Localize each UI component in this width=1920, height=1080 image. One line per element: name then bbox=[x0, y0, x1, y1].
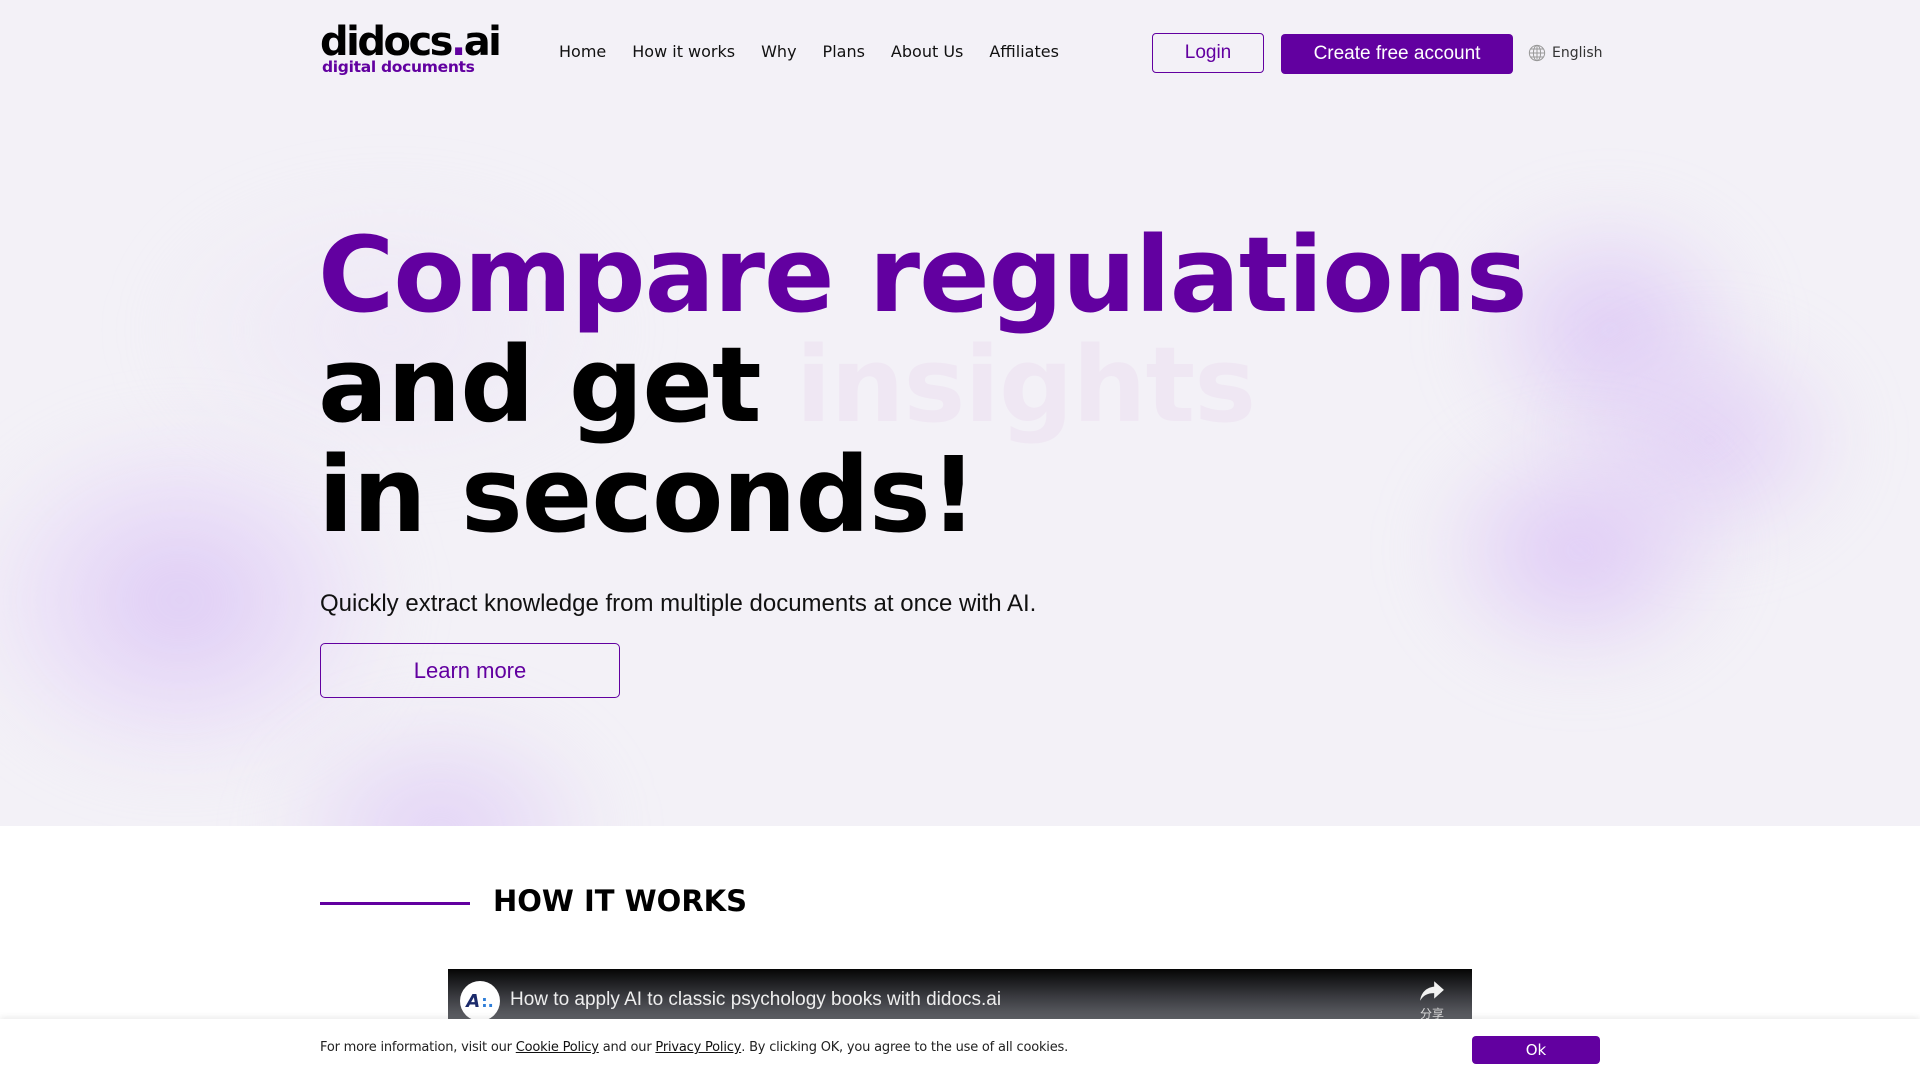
hero-title-line-2: and get insights bbox=[318, 330, 1527, 440]
globe-icon bbox=[1528, 44, 1546, 62]
cookie-policy-link[interactable]: Cookie Policy bbox=[516, 1040, 599, 1055]
cookie-text-part: . By clicking OK, you agree to the use o… bbox=[741, 1040, 1069, 1055]
cookie-banner: For more information, visit our Cookie P… bbox=[0, 1019, 1920, 1080]
cookie-text-part: For more information, visit our bbox=[320, 1040, 516, 1055]
section-divider-line bbox=[320, 902, 470, 905]
nav-about-us[interactable]: About Us bbox=[891, 42, 963, 61]
language-selector[interactable]: English bbox=[1528, 44, 1603, 62]
channel-avatar[interactable]: A:. bbox=[460, 981, 500, 1021]
site-logo[interactable]: didocs.ai digital documents bbox=[320, 20, 502, 80]
nav-how-it-works[interactable]: How it works bbox=[632, 42, 735, 61]
hero-title-line-2-text: and get bbox=[318, 324, 762, 446]
cookie-text-part: and our bbox=[598, 1040, 656, 1055]
cookie-message: For more information, visit our Cookie P… bbox=[320, 1040, 1068, 1055]
hero-subtitle: Quickly extract knowledge from multiple … bbox=[320, 590, 1037, 617]
nav-why[interactable]: Why bbox=[761, 42, 796, 61]
section-title: HOW IT WORKS bbox=[493, 884, 748, 918]
hero-title-line-3: in seconds! bbox=[318, 434, 977, 556]
login-button[interactable]: Login bbox=[1152, 33, 1264, 73]
share-icon bbox=[1420, 981, 1444, 1001]
language-label: English bbox=[1552, 45, 1603, 61]
nav-home[interactable]: Home bbox=[559, 42, 606, 61]
hero-title-line-1: Compare regulations bbox=[318, 214, 1528, 336]
hero-section: didocs.ai digital documents Home How it … bbox=[0, 0, 1920, 826]
channel-avatar-letter: A bbox=[466, 990, 481, 1012]
create-account-button[interactable]: Create free account bbox=[1281, 34, 1513, 74]
main-nav: Home How it works Why Plans About Us Aff… bbox=[559, 42, 1085, 61]
logo-tagline: digital documents bbox=[322, 58, 475, 76]
channel-avatar-dots: :. bbox=[481, 991, 494, 1011]
learn-more-button[interactable]: Learn more bbox=[320, 643, 620, 698]
nav-affiliates[interactable]: Affiliates bbox=[989, 42, 1059, 61]
hero-title-rotating-word: insights bbox=[795, 324, 1256, 446]
hero-title: Compare regulations and get insights in … bbox=[318, 214, 1528, 556]
video-title[interactable]: How to apply AI to classic psychology bo… bbox=[510, 989, 1001, 1011]
cookie-ok-button[interactable]: Ok bbox=[1472, 1036, 1600, 1064]
privacy-policy-link[interactable]: Privacy Policy bbox=[655, 1040, 741, 1055]
nav-plans[interactable]: Plans bbox=[823, 42, 865, 61]
share-button[interactable]: 分享 bbox=[1412, 979, 1452, 1022]
